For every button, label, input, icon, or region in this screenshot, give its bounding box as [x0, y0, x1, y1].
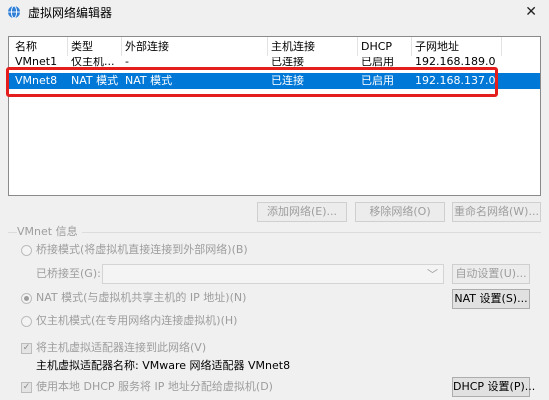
close-icon[interactable]: ✕ — [525, 4, 537, 20]
network-list[interactable]: 名称 类型 外部连接 主机连接 DHCP 子网地址 VMnet1 仅主机... … — [8, 36, 541, 196]
column-header-name[interactable]: 名称 — [15, 39, 37, 55]
remove-network-button[interactable]: 移除网络(O) — [355, 202, 445, 222]
bridged-label[interactable]: 桥接模式(将虚拟机直接连接到外部网络)(B) — [36, 242, 248, 258]
column-header-external[interactable]: 外部连接 — [125, 39, 169, 55]
host-only-label[interactable]: 仅主机模式(在专用网络内连接虚拟机)(H) — [36, 313, 237, 329]
column-header-host[interactable]: 主机连接 — [271, 39, 315, 55]
rename-network-button[interactable]: 重命名网络(W)... — [452, 202, 541, 222]
title-bar: 虚拟网络编辑器 ✕ — [0, 0, 549, 26]
column-divider[interactable] — [267, 37, 268, 56]
nat-radio[interactable] — [21, 293, 32, 304]
column-divider[interactable] — [357, 37, 358, 56]
connect-adapter-label[interactable]: 将主机虚拟适配器连接到此网络(V) — [36, 340, 206, 356]
nat-label[interactable]: NAT 模式(与虚拟机共享主机的 IP 地址)(N) — [36, 290, 246, 306]
use-dhcp-label[interactable]: 使用本地 DHCP 服务将 IP 地址分配给虚拟机(D) — [36, 379, 273, 395]
use-dhcp-checkbox[interactable]: ✓ — [21, 382, 32, 393]
column-divider[interactable] — [411, 37, 412, 56]
globe-icon — [8, 5, 20, 19]
add-network-button[interactable]: 添加网络(E)... — [257, 202, 347, 222]
column-header-subnet[interactable]: 子网地址 — [415, 39, 459, 55]
adapter-name-text: 主机虚拟适配器名称: VMware 网络适配器 VMnet8 — [36, 359, 291, 372]
dhcp-settings-button[interactable]: DHCP 设置(P)... — [452, 377, 535, 397]
host-only-radio[interactable] — [21, 316, 32, 327]
column-header-dhcp[interactable]: DHCP — [361, 39, 392, 55]
bridged-to-label: 已桥接至(G): — [36, 267, 101, 280]
connect-adapter-checkbox[interactable]: ✓ — [21, 343, 32, 354]
bridged-to-select[interactable]: ﹀ — [102, 264, 444, 284]
column-divider[interactable] — [67, 37, 68, 56]
column-divider[interactable] — [121, 37, 122, 56]
column-header-type[interactable]: 类型 — [71, 39, 93, 55]
vmnet-info-title: VMnet 信息 — [17, 224, 82, 240]
window-title: 虚拟网络编辑器 — [28, 6, 113, 20]
auto-settings-button[interactable]: 自动设置(U)... — [452, 264, 530, 284]
nat-settings-button[interactable]: NAT 设置(S)... — [452, 289, 530, 309]
chevron-down-icon: ﹀ — [427, 268, 438, 281]
column-divider[interactable] — [501, 37, 502, 56]
group-divider — [8, 232, 541, 233]
bridged-radio[interactable] — [21, 245, 32, 256]
highlight-box — [6, 67, 498, 97]
